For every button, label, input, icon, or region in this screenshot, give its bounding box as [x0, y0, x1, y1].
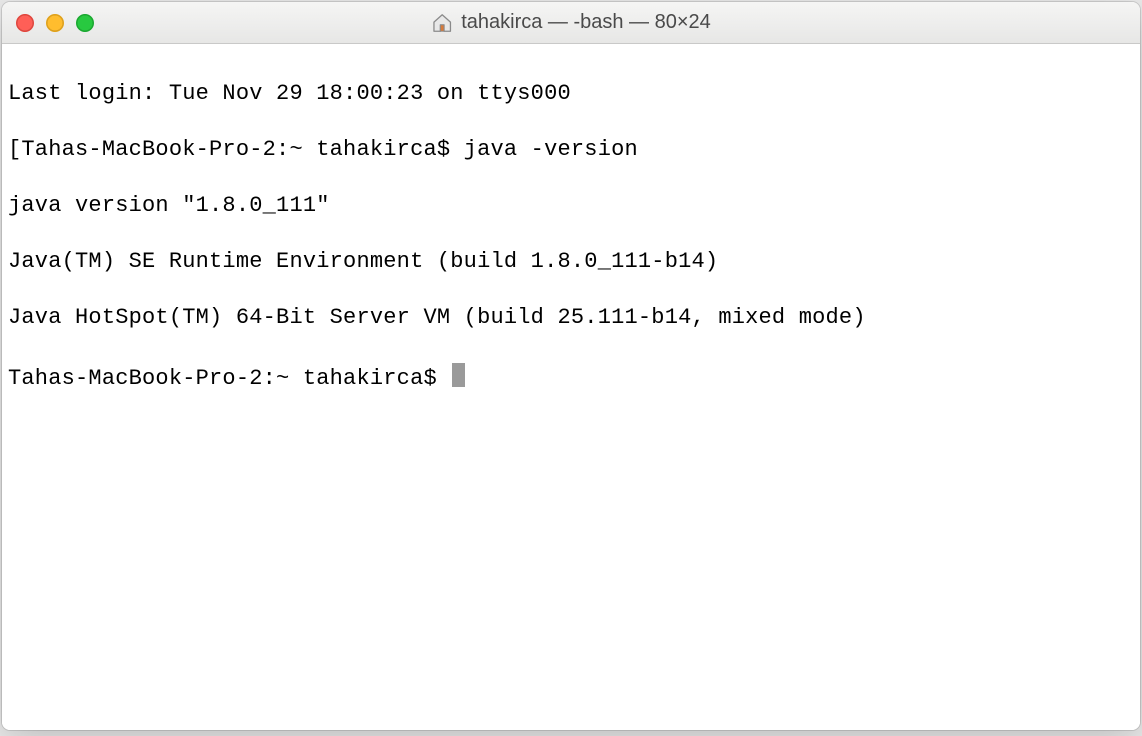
- terminal-line: [Tahas-MacBook-Pro-2:~ tahakirca$ java -…: [8, 136, 1134, 164]
- terminal-line: Last login: Tue Nov 29 18:00:23 on ttys0…: [8, 80, 1134, 108]
- terminal-line: Java(TM) SE Runtime Environment (build 1…: [8, 248, 1134, 276]
- home-icon: [431, 12, 453, 34]
- terminal-line: Java HotSpot(TM) 64-Bit Server VM (build…: [8, 304, 1134, 332]
- window-title: tahakirca — -bash — 80×24: [461, 11, 711, 34]
- terminal-body[interactable]: Last login: Tue Nov 29 18:00:23 on ttys0…: [2, 44, 1140, 730]
- terminal-cursor: [452, 363, 465, 387]
- close-button[interactable]: [16, 14, 34, 32]
- traffic-lights: [2, 14, 94, 32]
- titlebar[interactable]: tahakirca — -bash — 80×24: [2, 2, 1140, 44]
- terminal-prompt: Tahas-MacBook-Pro-2:~ tahakirca$: [8, 365, 450, 393]
- terminal-line: java version "1.8.0_111": [8, 192, 1134, 220]
- terminal-window: tahakirca — -bash — 80×24 Last login: Tu…: [2, 2, 1140, 730]
- terminal-prompt-line: Tahas-MacBook-Pro-2:~ tahakirca$: [8, 360, 1134, 393]
- minimize-button[interactable]: [46, 14, 64, 32]
- maximize-button[interactable]: [76, 14, 94, 32]
- window-title-group: tahakirca — -bash — 80×24: [431, 11, 711, 34]
